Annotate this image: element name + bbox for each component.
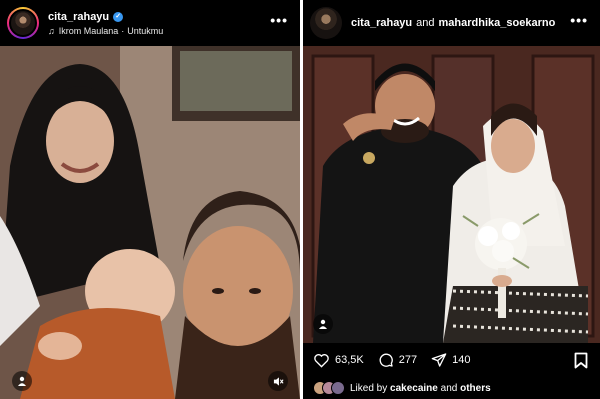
comment-icon xyxy=(379,353,393,367)
collab-conjunction: and xyxy=(416,17,435,29)
username[interactable]: cita_rahayu xyxy=(351,17,412,29)
avatar-image xyxy=(310,7,342,39)
liked-by-and: and xyxy=(440,382,458,394)
person-icon xyxy=(319,319,327,329)
liked-by-text: Liked by cakecaine and others xyxy=(350,383,491,394)
music-title: Untukmu xyxy=(127,25,164,36)
share-button[interactable]: 140 xyxy=(431,352,470,368)
collab-username-row: cita_rahayu and mahardhika_soekarno xyxy=(351,17,555,29)
more-options-icon[interactable]: ••• xyxy=(270,12,288,28)
left-post: cita_rahayu ✓ ♫ Ikrom Maulana · Untukmu … xyxy=(0,0,300,399)
post-photo[interactable] xyxy=(303,46,600,343)
comment-count: 277 xyxy=(398,354,418,366)
collaborator-username[interactable]: mahardhika_soekarno xyxy=(439,17,556,29)
liked-by-row[interactable]: Liked by cakecaine and others xyxy=(313,379,491,397)
liked-by-user[interactable]: cakecaine xyxy=(390,383,438,394)
music-row[interactable]: ♫ Ikrom Maulana · Untukmu xyxy=(48,26,163,36)
username[interactable]: cita_rahayu xyxy=(48,11,109,23)
tagged-users-button[interactable] xyxy=(313,314,333,334)
header-text: cita_rahayu and mahardhika_soekarno xyxy=(351,17,555,29)
tagged-users-button[interactable] xyxy=(12,371,32,391)
post-header: cita_rahayu ✓ ♫ Ikrom Maulana · Untukmu … xyxy=(0,0,300,46)
muted-speaker-icon xyxy=(273,376,284,386)
liker-avatar xyxy=(331,381,345,395)
save-button[interactable] xyxy=(574,352,588,374)
username-row: cita_rahayu ✓ xyxy=(48,11,163,23)
post-photo[interactable] xyxy=(0,46,300,399)
share-count: 140 xyxy=(452,354,471,366)
right-post: cita_rahayu and mahardhika_soekarno ••• xyxy=(303,0,600,399)
mute-toggle-button[interactable] xyxy=(268,371,288,391)
music-note-icon: ♫ xyxy=(48,25,55,36)
profile-avatar[interactable] xyxy=(7,7,39,39)
liked-by-prefix: Liked by xyxy=(350,382,388,394)
music-separator: · xyxy=(121,25,125,36)
bookmark-icon xyxy=(574,352,588,369)
liked-by-others[interactable]: others xyxy=(460,383,491,394)
person-icon xyxy=(18,376,26,386)
more-options-icon[interactable]: ••• xyxy=(570,12,588,28)
profile-avatar[interactable] xyxy=(310,7,342,39)
post-header: cita_rahayu and mahardhika_soekarno ••• xyxy=(303,0,600,46)
wedding-photo-illustration xyxy=(303,46,600,343)
comment-button[interactable]: 277 xyxy=(378,352,417,368)
action-bar: 63,5K 277 140 xyxy=(303,343,600,377)
heart-icon xyxy=(314,353,329,368)
header-text: cita_rahayu ✓ ♫ Ikrom Maulana · Untukmu xyxy=(48,11,163,36)
like-count: 63,5K xyxy=(335,354,364,366)
music-artist: Ikrom Maulana xyxy=(58,25,119,36)
like-button[interactable]: 63,5K xyxy=(313,353,364,368)
avatar-image xyxy=(9,9,37,37)
verified-badge-icon: ✓ xyxy=(113,11,124,22)
family-photo-illustration xyxy=(0,46,300,399)
send-icon xyxy=(431,353,447,367)
